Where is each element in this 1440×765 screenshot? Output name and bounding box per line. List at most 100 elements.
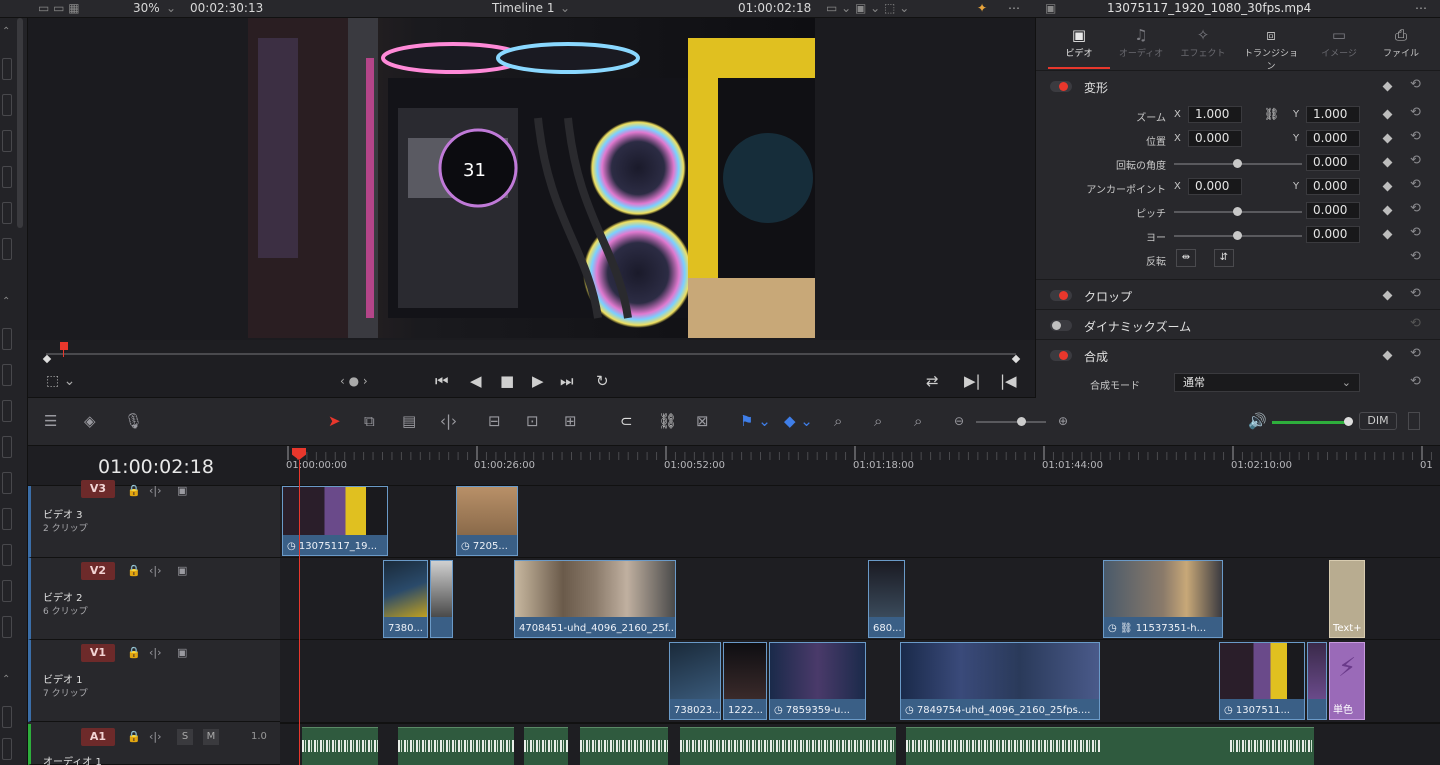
track-header-v3[interactable]: V3 🔒 ‹|› ▣ ビデオ 3 2 クリップ xyxy=(28,480,280,558)
timeline-playhead[interactable] xyxy=(299,486,300,765)
chevron-down-icon[interactable]: ⌄ xyxy=(560,1,570,15)
auto-select-icon[interactable]: ‹|› xyxy=(149,730,162,743)
tab-effects[interactable]: ✧ エフェクト xyxy=(1172,26,1234,59)
keyframe-diamond-icon[interactable] xyxy=(1382,133,1393,144)
audio-clip[interactable] xyxy=(524,727,568,765)
crop-section[interactable]: クロップ ⟲ xyxy=(1036,279,1440,309)
meter-toggle[interactable] xyxy=(1408,412,1420,430)
stop-icon[interactable]: ■ xyxy=(500,372,514,390)
yaw-field[interactable]: 0.000 xyxy=(1306,226,1360,243)
previous-edit-icon[interactable]: |◀ xyxy=(1000,372,1017,390)
more-icon[interactable]: ⋯ xyxy=(1008,1,1020,15)
keyframe-diamond-icon[interactable] xyxy=(1382,290,1393,301)
reset-icon[interactable]: ⟲ xyxy=(1410,249,1421,264)
zoom-to-fit-icon[interactable]: ⌕ xyxy=(834,412,842,430)
flip-vertical-button[interactable]: ⇵ xyxy=(1214,249,1234,267)
timeline-zoom-slider[interactable] xyxy=(976,421,1046,423)
panel-slot[interactable] xyxy=(2,580,12,602)
track-header-v2[interactable]: V2 🔒 ‹|› ▣ ビデオ 2 6 クリップ xyxy=(28,558,280,640)
keyframe-diamond-icon[interactable] xyxy=(1382,229,1393,240)
play-reverse-icon[interactable]: ◀ xyxy=(470,372,482,390)
timeline-view-options-icon[interactable]: ☰ xyxy=(44,412,57,430)
playhead-marker[interactable] xyxy=(60,342,68,350)
audio-clip[interactable] xyxy=(906,727,1100,765)
panel-slot[interactable] xyxy=(2,202,12,224)
audio-clip[interactable] xyxy=(1230,727,1314,765)
timeline-lanes[interactable]: ◷ 13075117_19... ◷ 7205... 7380... 47084… xyxy=(280,486,1440,765)
overwrite-clip-icon[interactable]: ⊡ xyxy=(526,412,539,430)
lock-icon[interactable]: 🔒 xyxy=(127,730,141,743)
audio-clip[interactable] xyxy=(580,727,668,765)
track-badge[interactable]: V1 xyxy=(81,644,115,662)
reset-icon[interactable]: ⟲ xyxy=(1410,77,1421,92)
color-fx-icon[interactable]: ✦ xyxy=(977,1,987,15)
marker-icon[interactable]: ◆ ⌄ xyxy=(784,412,813,430)
position-lock-icon[interactable]: ⊠ xyxy=(696,412,709,430)
audio-waveform-icon[interactable]: ◈ xyxy=(84,412,96,430)
volume-slider[interactable] xyxy=(1272,421,1348,424)
position-y-field[interactable]: 0.000 xyxy=(1306,130,1360,147)
anchor-y-field[interactable]: 0.000 xyxy=(1306,178,1360,195)
zoom-y-field[interactable]: 1.000 xyxy=(1306,106,1360,123)
in-point-marker[interactable] xyxy=(42,354,52,364)
composite-mode-select[interactable]: 通常 ⌄ xyxy=(1174,373,1360,392)
viewer-scrubber[interactable] xyxy=(28,340,1035,368)
dynamic-zoom-toggle[interactable] xyxy=(1050,320,1072,331)
tab-image[interactable]: ▭ イメージ xyxy=(1308,26,1370,59)
track-badge[interactable]: V3 xyxy=(81,480,115,498)
transform-toggle[interactable] xyxy=(1050,81,1072,92)
timeline-ruler[interactable]: 01:00:00:00 01:00:26:00 01:00:52:00 01:0… xyxy=(280,446,1440,486)
dynamic-trim-icon[interactable]: ▤ xyxy=(402,412,416,430)
reset-icon[interactable]: ⟲ xyxy=(1410,346,1421,361)
keyframe-diamond-icon[interactable] xyxy=(1382,205,1393,216)
insert-clip-icon[interactable]: ⊟ xyxy=(488,412,501,430)
out-point-marker[interactable] xyxy=(1011,354,1021,364)
tab-video[interactable]: ▣ ビデオ xyxy=(1048,26,1110,59)
audio-clip[interactable] xyxy=(680,727,896,765)
viewer-options-icon[interactable]: ▭ ⌄ ▣ ⌄ ⬚ ⌄ xyxy=(826,1,909,15)
reset-icon[interactable]: ⟲ xyxy=(1410,286,1421,301)
slider-knob[interactable] xyxy=(1233,207,1242,216)
rotation-field[interactable]: 0.000 xyxy=(1306,154,1360,171)
panel-slot[interactable] xyxy=(2,706,12,728)
timeline-clip[interactable]: ◷ 1307511... xyxy=(1219,642,1305,720)
reset-icon[interactable]: ⟲ xyxy=(1410,225,1421,240)
panel-slot[interactable] xyxy=(2,238,12,260)
next-edit-icon[interactable]: ▶| xyxy=(964,372,981,390)
track-enable-icon[interactable]: ▣ xyxy=(177,564,187,577)
slider-knob[interactable] xyxy=(1017,417,1026,426)
play-icon[interactable]: ▶ xyxy=(532,372,544,390)
zoom-detail-icon[interactable]: ⌕ xyxy=(874,412,882,430)
pitch-field[interactable]: 0.000 xyxy=(1306,202,1360,219)
panel-slot[interactable] xyxy=(2,400,12,422)
composite-section[interactable]: 合成 ⟲ 合成モード 通常 ⌄ ⟲ xyxy=(1036,339,1440,398)
slider-knob[interactable] xyxy=(1233,159,1242,168)
timeline-clip[interactable] xyxy=(430,560,453,638)
track-badge[interactable]: V2 xyxy=(81,562,115,580)
timeline-clip[interactable]: 738023... xyxy=(669,642,721,720)
speaker-icon[interactable]: 🔊 xyxy=(1248,412,1267,430)
reset-icon[interactable]: ⟲ xyxy=(1410,201,1421,216)
auto-select-icon[interactable]: ‹|› xyxy=(149,646,162,659)
go-to-end-icon[interactable]: ⏭ xyxy=(560,372,574,390)
auto-select-icon[interactable]: ‹|› xyxy=(149,484,162,497)
panel-slot[interactable] xyxy=(2,94,12,116)
collapse-up-icon[interactable]: ⌃ xyxy=(2,674,10,685)
panel-slot[interactable] xyxy=(2,58,12,80)
zoom-dropdown[interactable]: 30% xyxy=(133,1,160,15)
timeline-clip[interactable]: ◷ 7859359-u... xyxy=(769,642,866,720)
anchor-x-field[interactable]: 0.000 xyxy=(1188,178,1242,195)
replace-clip-icon[interactable]: ⊞ xyxy=(564,412,577,430)
panel-slot[interactable] xyxy=(2,508,12,530)
panel-slot[interactable] xyxy=(2,166,12,188)
timeline-clip[interactable]: ◷ 7849754-uhd_4096_2160_25fps.... xyxy=(900,642,1100,720)
audio-clip[interactable] xyxy=(398,727,514,765)
reset-icon[interactable]: ⟲ xyxy=(1410,105,1421,120)
keyframe-diamond-icon[interactable] xyxy=(1382,81,1393,92)
position-x-field[interactable]: 0.000 xyxy=(1188,130,1242,147)
zoom-x-field[interactable]: 1.000 xyxy=(1188,106,1242,123)
text-plus-clip[interactable]: Text+ xyxy=(1329,560,1365,638)
keyframe-diamond-icon[interactable] xyxy=(1382,350,1393,361)
reset-icon[interactable]: ⟲ xyxy=(1410,374,1421,389)
panel-slot[interactable] xyxy=(2,616,12,638)
